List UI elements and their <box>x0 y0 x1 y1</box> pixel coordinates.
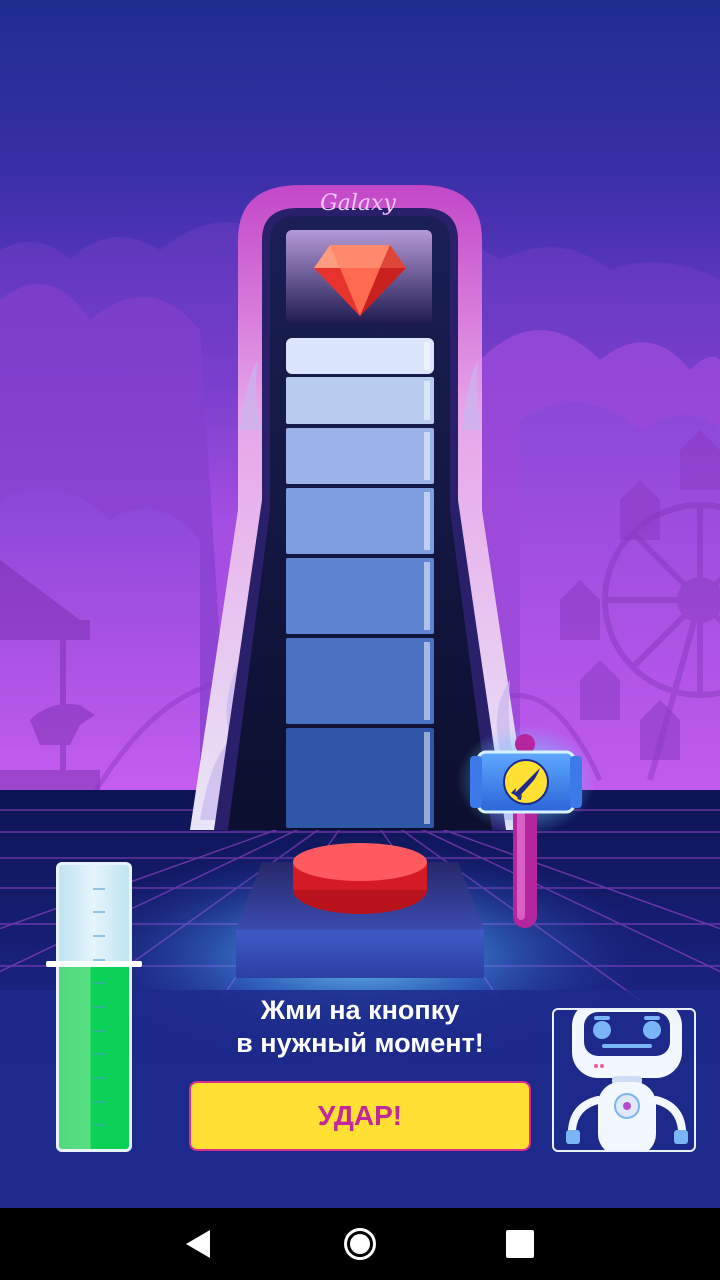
tower-segment-highlight <box>424 642 430 720</box>
home-circle-icon <box>344 1228 376 1260</box>
tower-segment <box>286 558 434 634</box>
tower-segment <box>286 728 434 828</box>
tower-segment-highlight <box>424 342 430 370</box>
robot-mascot-icon <box>552 1008 696 1152</box>
tower-segment <box>286 638 434 724</box>
tower-segment-highlight <box>424 432 430 480</box>
power-meter-ticks <box>93 888 105 1126</box>
tower-segment-highlight <box>424 381 430 420</box>
game-scene: Galaxy Жми на кнопку в нужный момент! УД… <box>0 0 720 1208</box>
tower-segment <box>286 428 434 484</box>
instruction-text: Жми на кнопку в нужный момент! <box>190 994 530 1060</box>
tower-segment-highlight <box>424 492 430 550</box>
instruction-line-2: в нужный момент! <box>236 1028 484 1058</box>
rocket-icon <box>503 759 549 805</box>
tower-segment <box>286 377 434 424</box>
power-meter-marker <box>46 961 142 967</box>
machine-sign: Galaxy <box>320 191 396 216</box>
hit-button[interactable]: УДАР! <box>189 1081 531 1151</box>
system-nav-bar <box>0 1208 720 1280</box>
tower-segment <box>286 338 434 374</box>
recent-square-icon <box>506 1230 534 1258</box>
back-button[interactable] <box>158 1208 238 1280</box>
tower-segment <box>286 488 434 554</box>
back-triangle-icon <box>186 1230 210 1258</box>
tower-segment-highlight <box>424 732 430 824</box>
recent-apps-button[interactable] <box>480 1208 560 1280</box>
power-meter <box>56 862 132 1152</box>
tower-segment-highlight <box>424 562 430 630</box>
instruction-line-1: Жми на кнопку <box>260 995 460 1025</box>
home-button[interactable] <box>320 1208 400 1280</box>
